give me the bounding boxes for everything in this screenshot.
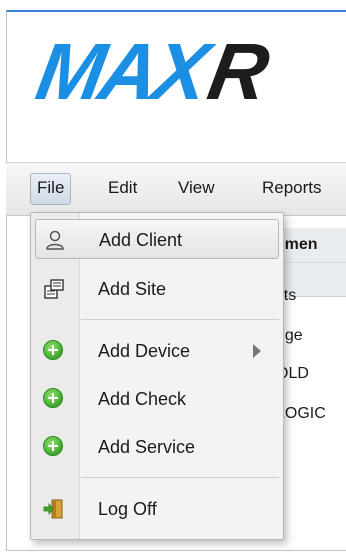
- user-icon: [44, 229, 66, 251]
- menu-item-label: Add Service: [98, 437, 196, 457]
- menu-item-add-device[interactable]: Add Device: [35, 331, 279, 371]
- max-logo: MAXR: [30, 27, 271, 116]
- add-icon: [43, 436, 65, 458]
- menu-separator: [81, 319, 279, 320]
- menu-item-add-site[interactable]: Add Site: [35, 269, 279, 309]
- menu-file[interactable]: File: [30, 173, 72, 205]
- menu-item-label: Add Site: [98, 279, 167, 299]
- menu-item-add-service[interactable]: Add Service: [35, 427, 279, 467]
- menu-item-label: Log Off: [98, 499, 157, 519]
- menu-item-add-client[interactable]: Add Client: [35, 219, 279, 259]
- menu-reports[interactable]: Reports: [256, 173, 328, 203]
- menu-edit[interactable]: Edit: [102, 173, 143, 203]
- menu-item-log-off[interactable]: Log Off: [35, 489, 279, 529]
- menu-view[interactable]: View: [172, 173, 221, 203]
- menu-item-label: Add Check: [98, 389, 187, 409]
- logo-text-max: MAX: [30, 27, 212, 116]
- menu-bar: File Edit View Reports: [6, 162, 346, 216]
- menu-separator: [81, 477, 279, 478]
- menu-item-add-check[interactable]: Add Check: [35, 379, 279, 419]
- site-icon: [43, 278, 65, 300]
- logoff-door-icon: [43, 498, 65, 520]
- submenu-arrow-icon: [253, 344, 261, 358]
- file-dropdown-menu: Add Client Add Site Add Device Add Check…: [30, 212, 284, 540]
- menu-item-label: Add Client: [99, 230, 183, 250]
- menu-item-label: Add Device: [98, 341, 191, 361]
- add-icon: [43, 388, 65, 410]
- add-icon: [43, 340, 65, 362]
